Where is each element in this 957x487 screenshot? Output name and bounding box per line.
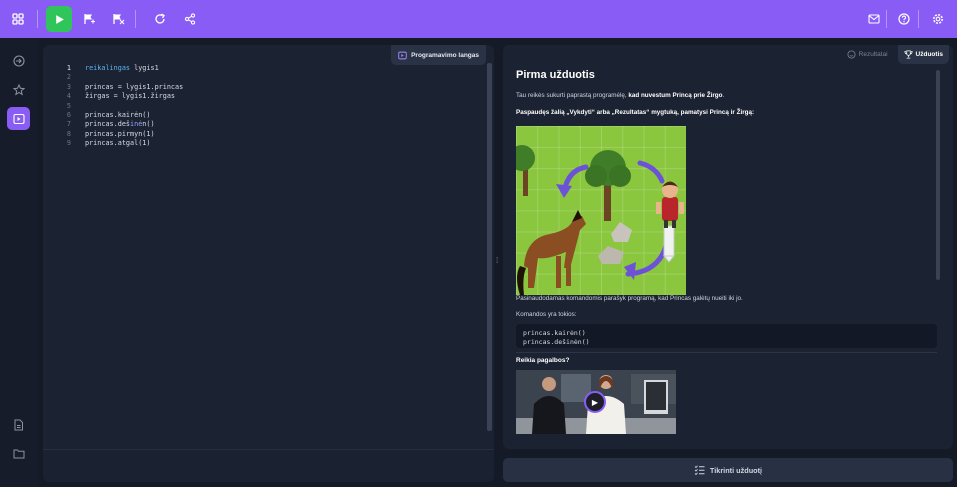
- code-line[interactable]: 2: [59, 73, 183, 82]
- tab-results-label: Rezultatai: [858, 51, 888, 58]
- code-token: princas = lygis1.princas: [85, 82, 184, 91]
- help-button[interactable]: [892, 7, 916, 31]
- line-number: 2: [66, 73, 71, 82]
- rock-icon: [598, 222, 632, 264]
- share-icon: [184, 13, 196, 25]
- task-illustration: [509, 126, 686, 295]
- editor-icon[interactable]: [7, 107, 30, 130]
- line-number: 1: [66, 64, 71, 72]
- code-token: žirgas = lygis1.žirgas: [85, 92, 176, 101]
- code-token: inė: [130, 120, 143, 129]
- line-number: 5: [66, 101, 71, 110]
- code-lines[interactable]: 1 reikalingas lygis1 2 3 princas = lygis1.pr…: [59, 64, 183, 149]
- tab-task-label: Užduotis: [915, 51, 943, 58]
- toolbar-divider: [886, 10, 887, 28]
- code-line[interactable]: 7 princas.deš inė n(): [59, 120, 183, 129]
- code-token: lygis1: [130, 64, 159, 72]
- flag-step-icon: [83, 14, 95, 24]
- code-token: princas.pirmyn(1): [85, 129, 155, 138]
- settings-button[interactable]: [926, 7, 950, 31]
- code-token: n(): [142, 120, 155, 129]
- editor-footer: [43, 449, 494, 482]
- settings-icon: [933, 14, 943, 24]
- flag-run-icon: [112, 14, 124, 25]
- refresh-button[interactable]: [148, 7, 172, 31]
- commands-code-block: princas.kairėn() princas.dešinėn(): [516, 324, 937, 348]
- help-video[interactable]: ▶: [516, 370, 676, 434]
- tab-results[interactable]: Rezultatai: [841, 45, 894, 64]
- panel-resize-handle[interactable]: ⁞: [496, 256, 498, 265]
- code-token: princas.deš: [85, 120, 131, 129]
- code-editor[interactable]: Programavimo langas 1 reikalingas lygis1 2…: [43, 45, 494, 482]
- smile-icon: [847, 50, 856, 59]
- line-number: 4: [66, 92, 71, 101]
- toolbar-divider: [918, 10, 919, 28]
- sidebar: [0, 38, 38, 487]
- line-number: 8: [66, 129, 71, 138]
- refresh-icon: [155, 13, 165, 24]
- play-icon: ▶: [591, 397, 599, 407]
- mail-button[interactable]: [862, 7, 886, 31]
- tree-icon: [585, 150, 631, 221]
- tab-task[interactable]: Užduotis: [897, 45, 949, 64]
- trophy-icon: [904, 50, 913, 59]
- line-number: 9: [66, 139, 71, 148]
- folder-icon[interactable]: [7, 442, 30, 465]
- line-number: 6: [66, 111, 71, 120]
- star-icon[interactable]: [7, 78, 30, 101]
- horse-icon: [517, 210, 586, 295]
- divider: [516, 352, 937, 353]
- checklist-icon: [694, 465, 705, 475]
- editor-icon: [398, 51, 407, 59]
- code-token: princas.kairėn(): [85, 111, 151, 120]
- check-task-button[interactable]: Tikrinti užduotį: [503, 458, 953, 482]
- code-line[interactable]: 4 žirgas = lygis1.žirgas: [59, 92, 183, 101]
- toolbar-divider: [135, 10, 136, 28]
- code-line[interactable]: 6 princas.kairėn(): [59, 111, 183, 120]
- document-icon[interactable]: [7, 413, 30, 436]
- line-number: 7: [66, 120, 71, 129]
- command-line: princas.dešinėn(): [523, 337, 590, 346]
- prince-icon: [656, 181, 684, 263]
- task-instruction: Paspaudęs žalią „Vykdyti“ arba „Rezultat…: [516, 109, 755, 116]
- code-token: princas.atgal(1): [85, 139, 151, 148]
- share-button[interactable]: [178, 7, 202, 31]
- code-line[interactable]: 1 reikalingas lygis1: [59, 64, 183, 73]
- run-button[interactable]: [46, 6, 72, 32]
- mail-icon: [868, 14, 880, 24]
- grid-menu-icon[interactable]: [6, 7, 30, 31]
- help-title: Reikia pagalbos?: [516, 357, 570, 364]
- code-token: reikalingas: [85, 64, 131, 72]
- top-toolbar: [0, 0, 957, 38]
- commands-intro: Komandos yra tokios:: [516, 311, 577, 318]
- command-line: princas.kairėn(): [523, 329, 586, 337]
- tree-icon: [509, 145, 535, 196]
- toolbar-divider: [37, 10, 38, 28]
- task-panel: Rezultatai Užduotis Pirma užduotis Tau r…: [503, 45, 953, 449]
- line-number: 3: [66, 82, 71, 91]
- panel-scrollbar[interactable]: [936, 70, 940, 280]
- code-line[interactable]: 9 princas.atgal(1): [59, 139, 183, 148]
- run-all-button[interactable]: [106, 7, 130, 31]
- code-line[interactable]: 8 princas.pirmyn(1): [59, 130, 183, 139]
- help-icon: [898, 13, 910, 25]
- editor-tab-label: Programavimo langas: [391, 45, 486, 65]
- step-button[interactable]: [77, 7, 101, 31]
- check-task-label: Tikrinti užduotį: [709, 465, 763, 475]
- code-line[interactable]: 3 princas = lygis1.princas: [59, 83, 183, 92]
- code-line[interactable]: 5: [59, 102, 183, 111]
- editor-tab-text: Programavimo langas: [411, 51, 479, 59]
- play-icon: [55, 14, 64, 24]
- task-intro: Tau reikės sukurti paprastą programėlę, …: [516, 92, 725, 99]
- task-after-image: Pasinaudodamas komandomis parašyk progra…: [516, 295, 743, 302]
- task-title: Pirma užduotis: [516, 69, 595, 81]
- editor-scrollbar[interactable]: [487, 63, 492, 431]
- play-button[interactable]: ▶: [584, 391, 606, 413]
- login-icon[interactable]: [7, 49, 30, 72]
